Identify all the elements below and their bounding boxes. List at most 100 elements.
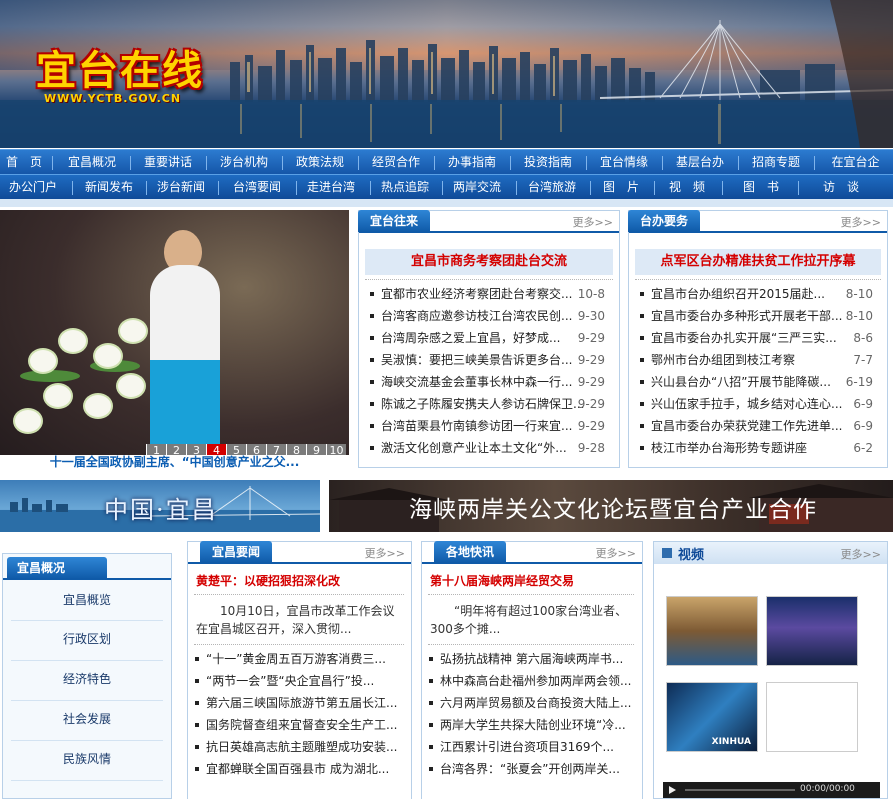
more-link-yitai[interactable]: 更多>> <box>573 214 613 230</box>
panel-tab-taiban[interactable]: 台办要务 <box>628 210 701 232</box>
panel-tab-yitai[interactable]: 宜台往来 <box>358 210 431 232</box>
sidebar-item-ethnic[interactable]: 民族风情 <box>3 749 171 769</box>
list-item[interactable]: 弘扬抗战精神 第六届海峡两岸书... <box>428 648 632 670</box>
list-item[interactable]: 兴山伍家手拉手，城乡结对心连心... 6-9 <box>639 393 873 415</box>
nav-yichang-overview[interactable]: 宜昌概况 <box>58 150 126 175</box>
panel-tab-local-news[interactable]: 各地快讯 <box>434 541 507 563</box>
list-item[interactable]: 宜都蝉联全国百强县市 成为湖北... <box>194 758 400 780</box>
headline-taiban[interactable]: 点军区台办精准扶贫工作拉开序幕 <box>635 249 881 275</box>
list-item[interactable]: 鄂州市台办组团到枝江考察 7-7 <box>639 349 873 371</box>
nav-separator <box>442 181 443 195</box>
video-thumbnail-night-city[interactable] <box>766 596 858 666</box>
nav-service-guide[interactable]: 办事指南 <box>438 150 506 175</box>
photo-slideshow[interactable] <box>0 210 349 468</box>
headline-yitai[interactable]: 宜昌市商务考察团赴台交流 <box>365 249 613 275</box>
more-link-local-news[interactable]: 更多>> <box>596 545 636 561</box>
list-item[interactable]: 台湾各界：“张夏会”开创两岸关... <box>428 758 632 780</box>
list-item[interactable]: 宜昌市委台办多种形式开展老干部... 8-10 <box>639 305 873 327</box>
nav-books[interactable]: 图 书 <box>734 175 788 200</box>
headline-yichang-news[interactable]: 黄楚平：以硬招狠招深化改 <box>196 572 340 589</box>
list-item[interactable]: 兴山县台办“八招”开展节能降碳... 6-19 <box>639 371 873 393</box>
list-item[interactable]: 第六届三峡国际旅游节第五届长江... <box>194 692 400 714</box>
nav-separator <box>722 181 723 195</box>
list-item[interactable]: 国务院督查组来宜督查安全生产工... <box>194 714 400 736</box>
divider <box>365 279 613 280</box>
nav-hot-topics[interactable]: 热点追踪 <box>372 175 438 200</box>
sidebar-item-overview[interactable]: 宜昌概览 <box>3 590 171 610</box>
nav-taiwan-news[interactable]: 涉台新闻 <box>148 175 214 200</box>
divider <box>11 660 163 661</box>
list-item[interactable]: 台湾周杂感之爱上宜昌，好梦成... 9-29 <box>369 327 605 349</box>
more-link-yichang-news[interactable]: 更多>> <box>365 545 405 561</box>
nav-taiwan-firms[interactable]: 在宜台企 <box>818 150 893 175</box>
panel-tab-yichang-news[interactable]: 宜昌要闻 <box>200 541 273 563</box>
video-title[interactable]: 视频 <box>678 544 704 563</box>
banner-guangong-forum[interactable]: 海峡两岸关公文化论坛暨宜台产业合作 <box>329 480 893 532</box>
headline-local-news[interactable]: 第十八届海峡两岸经贸交易 <box>430 572 574 589</box>
sidebar-title[interactable]: 宜昌概况 <box>7 557 107 579</box>
nav-speeches[interactable]: 重要讲话 <box>134 150 202 175</box>
nav-home[interactable]: 首 页 <box>0 150 48 175</box>
nav-investment-promo[interactable]: 招商专题 <box>742 150 810 175</box>
nav-cross-strait[interactable]: 两岸交流 <box>444 175 510 200</box>
video-thumbnail-empty[interactable] <box>766 682 858 752</box>
list-item[interactable]: 陈诚之子陈履安携夫人参访石牌保卫... 9-29 <box>369 393 605 415</box>
list-item[interactable]: 枝江市举办台海形势专题讲座 6-2 <box>639 437 873 459</box>
divider <box>11 740 163 741</box>
nav-separator <box>358 156 359 170</box>
list-item[interactable]: 台湾客商应邀参访枝江台湾农民创... 9-30 <box>369 305 605 327</box>
nav-taiwan-agencies[interactable]: 涉台机构 <box>210 150 278 175</box>
summary-yichang-news[interactable]: 10月10日，宜昌市改革工作会议在宜昌城区召开，深入贯彻... <box>196 602 406 638</box>
list-item[interactable]: 宜昌市委台办扎实开展“三严三实... 8-6 <box>639 327 873 349</box>
site-logo[interactable]: 宜台在线 <box>36 38 204 96</box>
list-item[interactable]: 林中森高台赴福州参加两岸两会领... <box>428 670 632 692</box>
list-item[interactable]: 海峡交流基金会董事长林中森一行... 9-29 <box>369 371 605 393</box>
nav-separator <box>218 181 219 195</box>
panel-taiban-affairs: 台办要务 更多>> 点军区台办精准扶贫工作拉开序幕 宜昌市台办组织召开2015届… <box>628 210 888 468</box>
nav-separator <box>590 181 591 195</box>
sidebar-item-districts[interactable]: 行政区划 <box>3 629 171 649</box>
news-list-yitai: 宜都市农业经济考察团赴台考察交... 10-8 台湾客商应邀参访枝江台湾农民创..… <box>369 283 605 459</box>
nav-trade[interactable]: 经贸合作 <box>362 150 430 175</box>
nav-into-taiwan[interactable]: 走进台湾 <box>298 175 364 200</box>
nav-separator <box>296 181 297 195</box>
nav-local-offices[interactable]: 基层台办 <box>666 150 734 175</box>
more-link-video[interactable]: 更多>> <box>841 546 881 562</box>
banner-china-yichang[interactable]: 中国·宜昌 <box>0 480 320 532</box>
sidebar-item-social[interactable]: 社会发展 <box>3 709 171 729</box>
news-list-taiban: 宜昌市台办组织召开2015届赴... 8-10 宜昌市委台办多种形式开展老干部..… <box>639 283 873 459</box>
nav-separator <box>72 181 73 195</box>
summary-local-news[interactable]: “明年将有超过100家台湾业者、300多个摊... <box>430 602 636 638</box>
slideshow-caption[interactable]: 十一届全国政协副主席、“中国创意产业之父... <box>0 455 349 469</box>
nav-taiwan-headlines[interactable]: 台湾要闻 <box>222 175 292 200</box>
nav-videos[interactable]: 视 频 <box>660 175 714 200</box>
list-item[interactable]: 吴淑慎：要把三峡美景告诉更多台... 9-29 <box>369 349 605 371</box>
list-item[interactable]: 宜昌市台办组织召开2015届赴... 8-10 <box>639 283 873 305</box>
video-player-bar[interactable]: 00:00/00:00 <box>663 782 880 798</box>
play-icon[interactable] <box>669 786 676 794</box>
nav-yitai-ties[interactable]: 宜台情缘 <box>590 150 658 175</box>
nav-separator <box>654 181 655 195</box>
list-item[interactable]: 江西累计引进台资项目3169个... <box>428 736 632 758</box>
video-thumbnail-dam[interactable]: XINHUA <box>666 682 758 752</box>
list-item[interactable]: 抗日英雄高志航主题雕塑成功安装... <box>194 736 400 758</box>
nav-press-release[interactable]: 新闻发布 <box>76 175 142 200</box>
nav-investment-guide[interactable]: 投资指南 <box>514 150 582 175</box>
sidebar-item-economy[interactable]: 经济特色 <box>3 669 171 689</box>
nav-taiwan-travel[interactable]: 台湾旅游 <box>518 175 586 200</box>
more-link-taiban[interactable]: 更多>> <box>841 214 881 230</box>
list-item[interactable]: 台湾苗栗县竹南镇参访团一行来宜... 9-29 <box>369 415 605 437</box>
video-thumbnail-meeting[interactable] <box>666 596 758 666</box>
list-item[interactable]: 宜昌市委台办荣获党建工作先进单... 6-9 <box>639 415 873 437</box>
list-item[interactable]: 激活文化创意产业让本土文化“外... 9-28 <box>369 437 605 459</box>
list-item[interactable]: 六月两岸贸易额及台商投资大陆上... <box>428 692 632 714</box>
nav-policies[interactable]: 政策法规 <box>286 150 354 175</box>
list-item[interactable]: “十一”黄金周五百万游客消费三... <box>194 648 400 670</box>
nav-interviews[interactable]: 访 谈 <box>814 175 868 200</box>
list-item[interactable]: 两岸大学生共探大陆创业环境“冷... <box>428 714 632 736</box>
list-item[interactable]: “两节一会”暨“央企宜昌行”投... <box>194 670 400 692</box>
progress-track[interactable] <box>685 789 795 791</box>
nav-pictures[interactable]: 图 片 <box>594 175 648 200</box>
list-item[interactable]: 宜都市农业经济考察团赴台考察交... 10-8 <box>369 283 605 305</box>
nav-office-portal[interactable]: 办公门户 <box>0 175 66 200</box>
